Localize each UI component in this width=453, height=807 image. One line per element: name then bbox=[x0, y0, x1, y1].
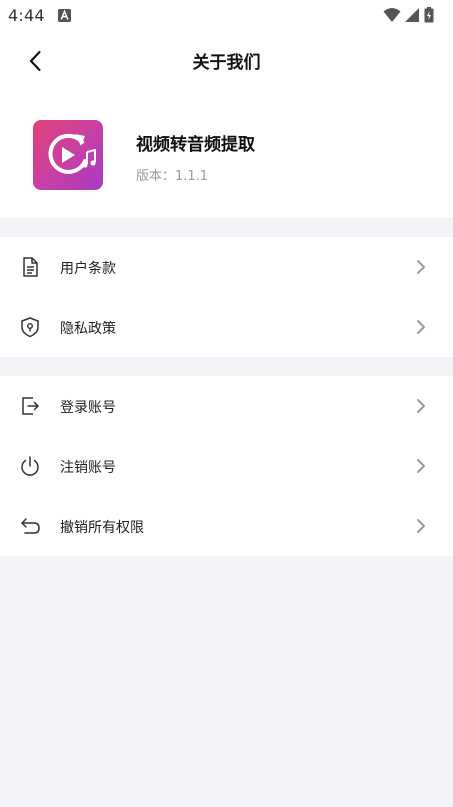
status-icons bbox=[383, 7, 443, 23]
chevron-right-icon bbox=[417, 459, 425, 473]
revoke-permissions-row[interactable]: 撤销所有权限 bbox=[0, 496, 453, 556]
chevron-right-icon bbox=[417, 399, 425, 413]
chevron-right-icon bbox=[417, 320, 425, 334]
app-header: 关于我们 bbox=[0, 32, 453, 88]
undo-icon bbox=[21, 518, 40, 534]
shield-icon bbox=[21, 317, 39, 338]
row-label: 撤销所有权限 bbox=[60, 520, 144, 536]
app-name: 视频转音频提取 bbox=[136, 135, 255, 155]
signal-icon bbox=[405, 8, 419, 22]
document-icon bbox=[23, 257, 38, 277]
settings-group-legal: 用户条款 隐私政策 bbox=[0, 237, 453, 357]
app-version: 版本：1.1.1 bbox=[136, 169, 209, 184]
battery-icon bbox=[424, 7, 434, 23]
settings-group-account: 登录账号 注销账号 撤销所有权限 bbox=[0, 376, 453, 556]
status-bar: 4:44 bbox=[0, 0, 453, 32]
app-info-card: 视频转音频提取 版本：1.1.1 bbox=[0, 88, 453, 218]
row-label: 用户条款 bbox=[60, 261, 116, 277]
cancel-account-row[interactable]: 注销账号 bbox=[0, 436, 453, 496]
wifi-icon bbox=[383, 8, 401, 22]
power-icon bbox=[21, 456, 39, 476]
video-to-audio-icon bbox=[33, 120, 103, 190]
row-label: 注销账号 bbox=[60, 460, 116, 476]
login-icon bbox=[22, 397, 39, 415]
login-account-row[interactable]: 登录账号 bbox=[0, 376, 453, 436]
row-label: 登录账号 bbox=[60, 400, 116, 416]
page-title: 关于我们 bbox=[192, 53, 261, 73]
chevron-right-icon bbox=[417, 519, 425, 533]
user-terms-row[interactable]: 用户条款 bbox=[0, 237, 453, 297]
chevron-right-icon bbox=[417, 260, 425, 274]
privacy-policy-row[interactable]: 隐私政策 bbox=[0, 297, 453, 357]
a-box-icon bbox=[58, 9, 71, 22]
row-label: 隐私政策 bbox=[60, 321, 116, 337]
status-time: 4:44 bbox=[8, 6, 45, 25]
